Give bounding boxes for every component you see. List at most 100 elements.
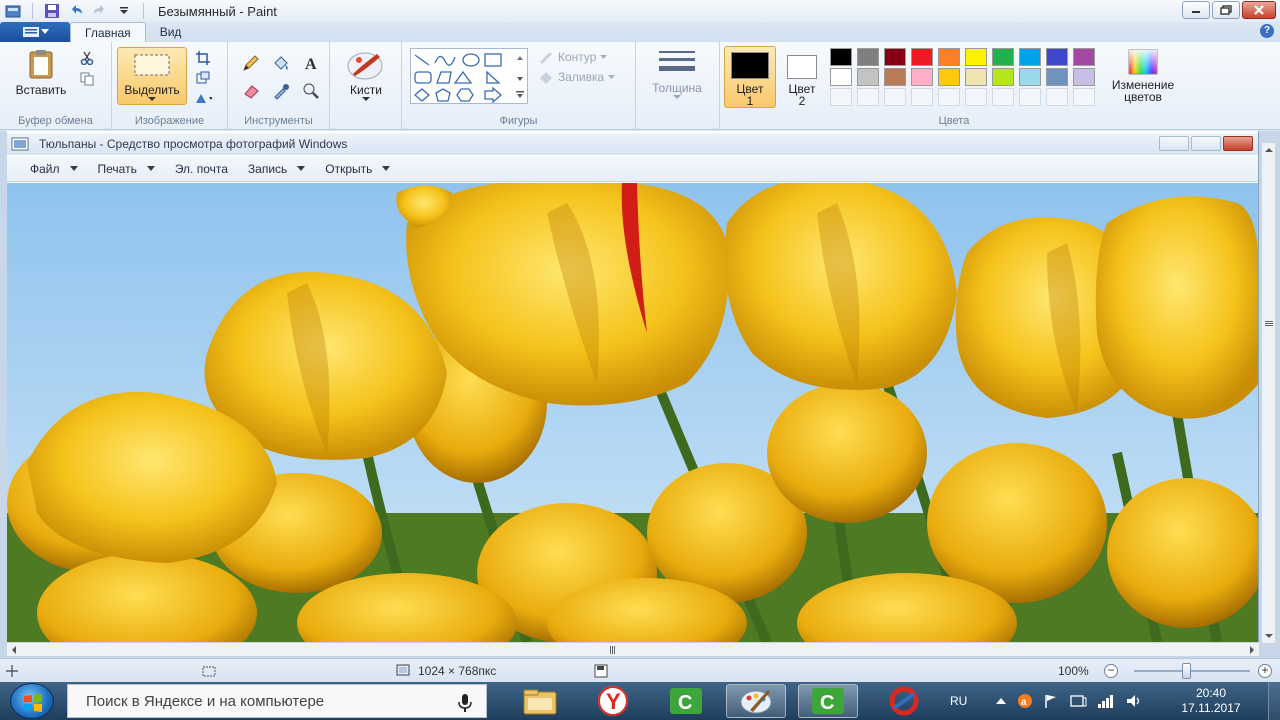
size-button[interactable]: Толщина — [646, 48, 708, 100]
undo-icon[interactable] — [67, 2, 85, 20]
drawing-canvas[interactable]: Тюльпаны - Средство просмотра фотографий… — [7, 131, 1259, 642]
redo-icon[interactable] — [91, 2, 109, 20]
clock[interactable]: 20:40 17.11.2017 — [1176, 686, 1246, 716]
show-desktop-button[interactable] — [1268, 682, 1280, 720]
fill-bucket-icon[interactable] — [272, 54, 290, 72]
palette-custom-slot[interactable] — [938, 88, 960, 106]
taskbar-ccleaner[interactable] — [874, 684, 934, 718]
horizontal-scrollbar[interactable] — [7, 642, 1259, 656]
palette-color-1[interactable] — [830, 48, 852, 66]
help-icon[interactable]: ? — [1260, 24, 1274, 38]
color-picker-icon[interactable] — [272, 82, 290, 100]
palette-color-11[interactable] — [830, 68, 852, 86]
fill-dropdown[interactable]: Заливка — [538, 70, 616, 84]
selection-size-icon — [202, 666, 216, 677]
pv-menu-file: Файл — [22, 162, 86, 176]
palette-custom-slot[interactable] — [1019, 88, 1041, 106]
palette-color-5[interactable] — [938, 48, 960, 66]
scroll-up-icon[interactable] — [1263, 145, 1275, 155]
status-bar: 1024 × 768пкс 100% − + — [0, 658, 1280, 682]
palette-color-10[interactable] — [1073, 48, 1095, 66]
paste-button[interactable]: Вставить — [10, 48, 72, 97]
microphone-icon[interactable] — [458, 693, 472, 713]
palette-color-3[interactable] — [884, 48, 906, 66]
brushes-button[interactable]: Кисти — [342, 48, 390, 102]
palette-color-4[interactable] — [911, 48, 933, 66]
windows-logo-icon — [24, 694, 42, 712]
palette-color-6[interactable] — [965, 48, 987, 66]
palette-custom-slot[interactable] — [1073, 88, 1095, 106]
magnifier-icon[interactable] — [302, 82, 320, 100]
taskbar-paint[interactable] — [726, 684, 786, 718]
palette-color-12[interactable] — [857, 68, 879, 86]
yandex-search-box[interactable]: Поиск в Яндексе и на компьютере — [67, 684, 487, 718]
resize-icon[interactable] — [194, 69, 212, 87]
language-indicator[interactable]: RU — [950, 694, 967, 708]
tab-view[interactable]: Вид — [146, 22, 196, 42]
minimize-button[interactable] — [1182, 1, 1210, 19]
explorer-icon — [523, 689, 557, 715]
color-palette — [830, 48, 1095, 106]
eraser-icon[interactable] — [242, 82, 260, 100]
palette-custom-slot[interactable] — [884, 88, 906, 106]
shapes-gallery[interactable] — [410, 48, 528, 104]
palette-custom-slot[interactable] — [965, 88, 987, 106]
scroll-left-icon[interactable] — [9, 644, 19, 656]
scroll-down-icon[interactable] — [1263, 631, 1275, 641]
taskbar-explorer[interactable] — [510, 684, 570, 718]
volume-icon[interactable] — [1125, 693, 1143, 709]
outline-dropdown[interactable]: Контур — [538, 50, 608, 64]
taskbar-camtasia-recorder[interactable]: C — [798, 684, 858, 718]
vertical-scrollbar[interactable] — [1261, 143, 1275, 643]
palette-custom-slot[interactable] — [830, 88, 852, 106]
close-button[interactable] — [1242, 1, 1276, 19]
palette-custom-slot[interactable] — [1046, 88, 1068, 106]
copy-icon[interactable] — [78, 70, 96, 88]
save-icon[interactable] — [43, 2, 61, 20]
action-center-icon[interactable] — [1069, 693, 1087, 709]
scroll-right-icon[interactable] — [1247, 644, 1257, 656]
restore-button[interactable] — [1212, 1, 1240, 19]
taskbar-yandex-browser[interactable]: Y — [583, 684, 643, 718]
zoom-out-button[interactable]: − — [1104, 664, 1118, 678]
palette-color-17[interactable] — [992, 68, 1014, 86]
color2-button[interactable]: Цвет 2 — [782, 46, 822, 108]
gallery-scroll-icon[interactable] — [515, 51, 525, 103]
palette-color-13[interactable] — [884, 68, 906, 86]
flag-icon[interactable] — [1043, 693, 1059, 709]
tab-home[interactable]: Главная — [70, 22, 146, 42]
edit-colors-button[interactable]: Изменение цветов — [1104, 48, 1182, 103]
palette-custom-slot[interactable] — [911, 88, 933, 106]
network-signal-icon[interactable] — [1097, 693, 1115, 709]
taskbar-camtasia[interactable]: C — [656, 684, 716, 718]
palette-color-7[interactable] — [992, 48, 1014, 66]
palette-color-18[interactable] — [1019, 68, 1041, 86]
palette-color-20[interactable] — [1073, 68, 1095, 86]
palette-custom-slot[interactable] — [992, 88, 1014, 106]
paint-app-icon[interactable] — [4, 2, 22, 20]
palette-color-8[interactable] — [1019, 48, 1041, 66]
palette-color-2[interactable] — [857, 48, 879, 66]
select-button[interactable]: Выделить — [117, 47, 187, 105]
zoom-slider-thumb[interactable] — [1182, 663, 1191, 679]
text-icon[interactable]: A — [302, 54, 320, 72]
palette-color-16[interactable] — [965, 68, 987, 86]
palette-custom-slot[interactable] — [857, 88, 879, 106]
pencil-icon[interactable] — [242, 54, 260, 72]
color1-button[interactable]: Цвет 1 — [724, 46, 776, 108]
show-hidden-icons-icon[interactable] — [995, 696, 1007, 706]
zoom-slider-track[interactable] — [1134, 670, 1250, 672]
avast-icon[interactable]: a — [1017, 693, 1033, 709]
file-menu-button[interactable] — [0, 22, 70, 42]
cut-icon[interactable] — [78, 49, 96, 67]
palette-color-9[interactable] — [1046, 48, 1068, 66]
zoom-in-button[interactable]: + — [1258, 664, 1272, 678]
palette-color-19[interactable] — [1046, 68, 1068, 86]
palette-color-15[interactable] — [938, 68, 960, 86]
customize-qat-icon[interactable] — [115, 2, 133, 20]
palette-color-14[interactable] — [911, 68, 933, 86]
rotate-icon[interactable] — [194, 89, 212, 107]
fill-icon — [540, 72, 552, 84]
start-button[interactable] — [10, 683, 54, 719]
crop-icon[interactable] — [194, 49, 212, 67]
